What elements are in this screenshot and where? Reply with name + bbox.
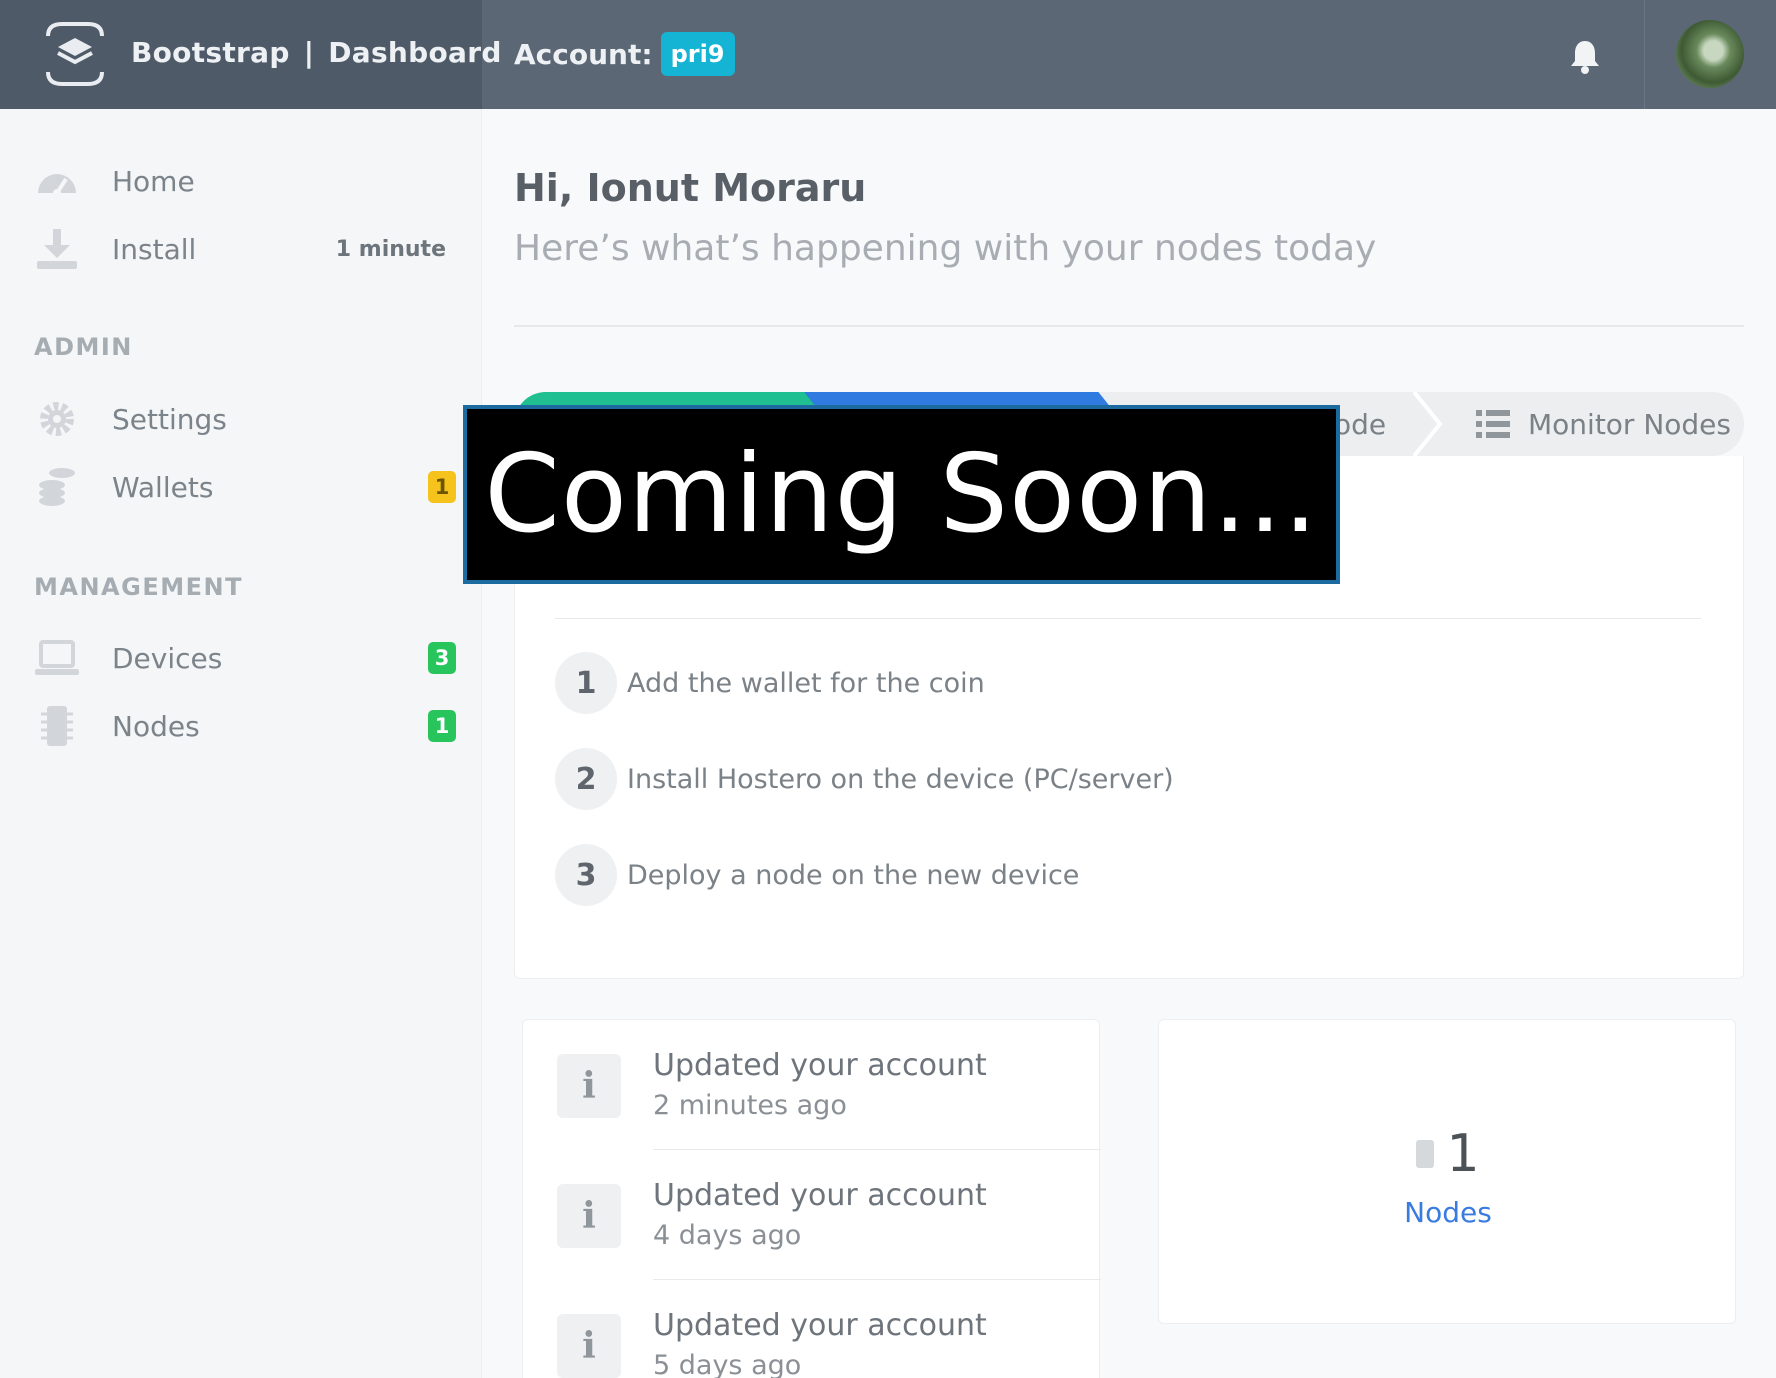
- install-duration: 1 minute: [335, 236, 446, 262]
- sidebar-item-install[interactable]: Install 1 minute: [34, 224, 464, 274]
- chip-icon: [41, 706, 73, 746]
- activity-item[interactable]: i Updated your account 4 days ago: [523, 1150, 1101, 1280]
- coming-soon-banner: Coming Soon...: [463, 405, 1340, 584]
- list-icon: [1476, 410, 1510, 438]
- avatar[interactable]: [1676, 20, 1744, 88]
- brand-title[interactable]: Bootstrap | Dashboard: [131, 36, 502, 69]
- nodes-stat-card[interactable]: 1 Nodes: [1158, 1019, 1736, 1324]
- bell-icon[interactable]: [1568, 38, 1602, 74]
- activity-item[interactable]: i Updated your account 2 minutes ago: [523, 1020, 1101, 1150]
- activity-feed-card: i Updated your account 2 minutes ago i U…: [522, 1019, 1101, 1378]
- todo-text: Deploy a node on the new device: [627, 859, 1080, 891]
- info-icon: i: [557, 1054, 621, 1118]
- page-subtitle: Here’s what’s happening with your nodes …: [514, 228, 1377, 269]
- todo-number: 2: [555, 748, 617, 810]
- activity-item[interactable]: i Updated your account 5 days ago: [523, 1280, 1101, 1378]
- step-deploy-label: ode: [1334, 407, 1387, 441]
- laptop-icon: [35, 640, 79, 675]
- account-label: Account:: [514, 37, 653, 71]
- logo-stack-icon: [46, 22, 104, 86]
- info-icon: i: [557, 1184, 621, 1248]
- section-title-management: MANAGEMENT: [34, 573, 243, 601]
- sidebar-item-label: Wallets: [112, 470, 214, 504]
- brand-section: Dashboard: [328, 36, 502, 69]
- account-badge[interactable]: pri9: [660, 32, 735, 76]
- wallets-count-badge: 1: [428, 471, 456, 503]
- sidebar-item-devices[interactable]: Devices 3: [34, 633, 464, 683]
- step-monitor-nodes[interactable]: Monitor Nodes: [1476, 392, 1744, 456]
- brand-area[interactable]: Bootstrap | Dashboard: [0, 0, 501, 109]
- activity-title: Updated your account: [653, 1178, 987, 1213]
- activity-title: Updated your account: [653, 1308, 987, 1343]
- activity-time: 2 minutes ago: [653, 1090, 847, 1121]
- activity-title: Updated your account: [653, 1048, 987, 1083]
- todo-number: 3: [555, 844, 617, 906]
- activity-time: 4 days ago: [653, 1220, 802, 1251]
- todo-item: 2 Install Hostero on the device (PC/serv…: [555, 748, 1174, 810]
- sidebar: Home Install 1 minute ADMIN Settings Wal…: [0, 109, 482, 1378]
- todo-text: Add the wallet for the coin: [627, 667, 985, 699]
- page-title: Hi, Ionut Moraru: [514, 166, 867, 210]
- account-indicator: Account: pri9: [514, 32, 735, 76]
- section-title-admin: ADMIN: [34, 333, 133, 361]
- devices-count-badge: 3: [428, 642, 456, 674]
- nodes-link[interactable]: Nodes: [1159, 1196, 1737, 1229]
- info-icon: i: [557, 1314, 621, 1378]
- sidebar-item-home[interactable]: Home: [34, 156, 464, 206]
- coins-icon: [39, 468, 75, 506]
- gear-icon: [40, 402, 74, 436]
- todo-text: Install Hostero on the device (PC/server…: [627, 763, 1174, 795]
- sidebar-item-wallets[interactable]: Wallets 1: [34, 462, 464, 512]
- brand-separator: |: [303, 36, 315, 69]
- nodes-count: 1: [1159, 1124, 1737, 1184]
- dashboard-icon: [38, 174, 76, 197]
- todo-number: 1: [555, 652, 617, 714]
- sidebar-item-label: Home: [112, 164, 195, 198]
- sidebar-item-label: Install: [112, 232, 197, 266]
- sidebar-item-settings[interactable]: Settings: [34, 394, 464, 444]
- card-divider: [555, 618, 1701, 619]
- sidebar-item-label: Settings: [112, 402, 227, 436]
- nodes-count-badge: 1: [428, 710, 456, 742]
- coming-soon-text: Coming Soon...: [484, 432, 1319, 557]
- activity-time: 5 days ago: [653, 1350, 802, 1378]
- sidebar-item-label: Nodes: [112, 709, 200, 743]
- divider: [514, 325, 1744, 327]
- sidebar-item-label: Devices: [112, 641, 223, 675]
- todo-item: 3 Deploy a node on the new device: [555, 844, 1079, 906]
- chip-icon: [1416, 1140, 1435, 1168]
- nodes-value: 1: [1446, 1124, 1480, 1184]
- brand-name: Bootstrap: [131, 36, 290, 69]
- top-navbar: Bootstrap | Dashboard Account: pri9: [0, 0, 1776, 109]
- header-divider: [1644, 0, 1645, 109]
- step-chevron-icon: [1412, 392, 1443, 456]
- sidebar-item-nodes[interactable]: Nodes 1: [34, 701, 464, 751]
- step-monitor-label: Monitor Nodes: [1528, 407, 1731, 441]
- download-icon: [37, 229, 77, 269]
- todo-item: 1 Add the wallet for the coin: [555, 652, 985, 714]
